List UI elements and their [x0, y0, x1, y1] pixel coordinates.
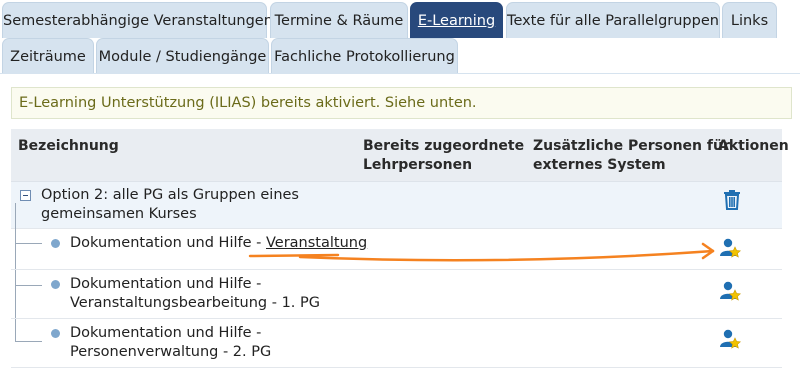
tab-texte-parallelgruppen[interactable]: Texte für alle Parallelgruppen [506, 2, 720, 38]
user-star-icon[interactable] [719, 328, 741, 350]
table-row: Dokumentation und Hilfe - Veranstaltungs… [11, 270, 782, 319]
tab-termine-raeume[interactable]: Termine & Räume [270, 2, 408, 38]
row-label: Dokumentation und Hilfe - Veranstaltungs… [70, 275, 320, 313]
tab-zeitraeume[interactable]: Zeiträume [2, 38, 94, 74]
header-lehrpersonen-line2: Lehrpersonen [363, 157, 473, 173]
tab-e-learning[interactable]: E-Learning [410, 2, 503, 38]
tree-node-bullet-icon [51, 329, 60, 338]
row-label: Dokumentation und Hilfe - Personenverwal… [70, 324, 271, 362]
user-star-icon[interactable] [719, 280, 741, 302]
trash-icon[interactable] [721, 189, 743, 211]
info-message: E-Learning Unterstützung (ILIAS) bereits… [11, 87, 792, 119]
table-row: Dokumentation und Hilfe - Veranstaltung [11, 229, 782, 270]
group-label-line2: gemeinsamen Kurses [41, 206, 197, 222]
tree-node-bullet-icon [51, 239, 60, 248]
tab-fachliche-protokollierung[interactable]: Fachliche Protokollierung [271, 38, 458, 74]
veranstaltung-link[interactable]: Veranstaltung [266, 235, 367, 251]
table-header: Bezeichnung Bereits zugeordnete Lehrpers… [11, 129, 789, 182]
group-label-line1: Option 2: alle PG als Gruppen eines [41, 187, 299, 203]
row-label-line1: Dokumentation und Hilfe - [70, 325, 262, 341]
header-externe-personen-line1: Zusätzliche Personen für [533, 138, 730, 154]
tree-node-bullet-icon [51, 280, 60, 289]
tab-underline [0, 73, 800, 74]
row-label-prefix: Dokumentation und Hilfe - [70, 235, 266, 251]
header-lehrpersonen-line1: Bereits zugeordnete [363, 138, 525, 154]
table-row: Dokumentation und Hilfe - Personenverwal… [11, 319, 782, 368]
user-star-icon[interactable] [719, 237, 741, 259]
tab-semesterabhaengige-veranstaltungen[interactable]: Semesterabhängige Veranstaltungen [2, 2, 273, 38]
header-bezeichnung: Bezeichnung [18, 138, 119, 154]
header-externe-personen: Zusätzliche Personen für externes System [533, 137, 730, 175]
collapse-toggle-icon[interactable] [20, 190, 31, 201]
header-lehrpersonen: Bereits zugeordnete Lehrpersonen [363, 137, 524, 175]
header-aktionen: Aktionen [718, 138, 789, 154]
row-label-line1: Dokumentation und Hilfe - [70, 276, 262, 292]
header-externe-personen-line2: externes System [533, 157, 666, 173]
row-label-line2: Personenverwaltung - 2. PG [70, 344, 272, 360]
row-label-line2: Veranstaltungsbearbeitung - 1. PG [70, 295, 320, 311]
row-label: Dokumentation und Hilfe - Veranstaltung [70, 234, 367, 253]
table-row-group: Option 2: alle PG als Gruppen eines geme… [11, 182, 782, 229]
tab-module-studiengaenge[interactable]: Module / Studiengänge [96, 38, 269, 74]
tab-links[interactable]: Links [722, 2, 777, 38]
group-label: Option 2: alle PG als Gruppen eines geme… [41, 186, 299, 224]
